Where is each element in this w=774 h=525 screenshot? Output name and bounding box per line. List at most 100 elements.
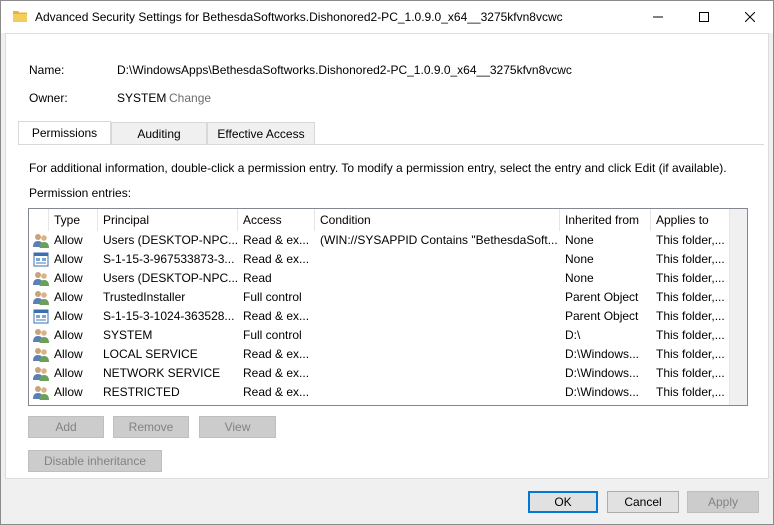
users-icon: [33, 328, 49, 343]
users-icon: [33, 271, 49, 286]
tab-effective-access[interactable]: Effective Access: [207, 122, 315, 144]
table-row[interactable]: Allow RESTRICTED Read & ex... D:\Windows...…: [29, 383, 729, 402]
table-row[interactable]: Allow Users (DESKTOP-NPC... Read & ex... (W…: [29, 231, 729, 250]
app-sid-icon: [33, 252, 49, 267]
tab-permissions[interactable]: Permissions: [18, 121, 111, 144]
cell-principal: Users (DESKTOP-NPC...: [103, 233, 238, 247]
cell-principal: RESTRICTED: [103, 385, 180, 399]
cell-applies-to: This folder,...: [656, 328, 725, 342]
cell-principal: NETWORK SERVICE: [103, 366, 221, 380]
cell-applies-to: This folder,...: [656, 233, 725, 247]
column-header-applies-to[interactable]: Applies to: [651, 209, 729, 231]
column-header-principal[interactable]: Principal: [98, 209, 238, 231]
cell-inherited-from: D:\Windows...: [565, 366, 640, 380]
table-row[interactable]: Allow SYSTEM Full control D:\ This folder,..…: [29, 326, 729, 345]
remove-button[interactable]: Remove: [113, 416, 189, 438]
cell-type: Allow: [54, 328, 83, 342]
cell-access: Read & ex...: [243, 385, 310, 399]
cell-inherited-from: Parent Object: [565, 309, 639, 323]
cell-condition: [315, 326, 560, 345]
column-header-access[interactable]: Access: [238, 209, 315, 231]
cell-principal: LOCAL SERVICE: [103, 347, 198, 361]
table-row[interactable]: Allow Users (DESKTOP-NPC... Read None This f…: [29, 269, 729, 288]
cell-type: Allow: [54, 233, 83, 247]
disable-inheritance-button[interactable]: Disable inheritance: [28, 450, 162, 472]
cell-applies-to: This folder,...: [656, 366, 725, 380]
cell-principal: Users (DESKTOP-NPC...: [103, 271, 238, 285]
cancel-button[interactable]: Cancel: [607, 491, 679, 513]
cell-inherited-from: None: [565, 271, 594, 285]
table-row[interactable]: Allow NETWORK SERVICE Read & ex... D:\Windo…: [29, 364, 729, 383]
users-icon: [33, 366, 49, 381]
column-header-type[interactable]: Type: [49, 209, 98, 231]
cell-access: Read: [243, 271, 272, 285]
apply-button[interactable]: Apply: [687, 491, 759, 513]
column-header-condition[interactable]: Condition: [315, 209, 560, 231]
tab-auditing[interactable]: Auditing: [111, 122, 207, 144]
cell-access: Read & ex...: [243, 233, 310, 247]
cell-applies-to: This folder,...: [656, 347, 725, 361]
cell-type: Allow: [54, 290, 83, 304]
close-icon: [745, 12, 755, 22]
cell-access: Read & ex...: [243, 252, 310, 266]
table-row[interactable]: Allow LOCAL SERVICE Read & ex... D:\Windows…: [29, 345, 729, 364]
maximize-icon: [699, 12, 709, 22]
cell-type: Allow: [54, 252, 83, 266]
name-label: Name:: [29, 63, 65, 77]
table-row[interactable]: Allow S-1-15-3-967533873-3... Read & ex...…: [29, 250, 729, 269]
minimize-icon: [653, 16, 663, 18]
maximize-button[interactable]: [681, 1, 727, 33]
cell-condition: [315, 307, 560, 326]
table-row[interactable]: Allow S-1-15-3-1024-363528... Read & ex...…: [29, 307, 729, 326]
users-icon: [33, 385, 49, 400]
cell-principal: S-1-15-3-967533873-3...: [103, 252, 235, 266]
close-button[interactable]: [727, 1, 773, 33]
permission-entries-list[interactable]: Type Principal Access Condition Inherite…: [28, 208, 748, 406]
cell-condition: [315, 383, 560, 402]
vertical-scrollbar[interactable]: [729, 209, 747, 405]
cell-inherited-from: Parent Object: [565, 290, 639, 304]
cell-applies-to: This folder,...: [656, 385, 725, 399]
folder-icon: [13, 10, 27, 22]
ok-button[interactable]: OK: [528, 491, 598, 513]
users-icon: [33, 347, 49, 362]
cell-condition: [315, 288, 560, 307]
info-text: For additional information, double-click…: [29, 161, 727, 175]
name-value: D:\WindowsApps\BethesdaSoftworks.Dishono…: [117, 63, 572, 77]
cell-access: Full control: [243, 328, 302, 342]
cell-applies-to: This folder,...: [656, 309, 725, 323]
cell-applies-to: This folder,...: [656, 290, 725, 304]
column-header-inherited-from[interactable]: Inherited from: [560, 209, 651, 231]
cell-applies-to: This folder,...: [656, 252, 725, 266]
view-button[interactable]: View: [199, 416, 276, 438]
dialog-content: Name: D:\WindowsApps\BethesdaSoftworks.D…: [5, 33, 769, 479]
owner-value: SYSTEM: [117, 91, 167, 105]
cell-access: Full control: [243, 290, 302, 304]
list-header: Type Principal Access Condition Inherite…: [29, 209, 729, 231]
add-button[interactable]: Add: [28, 416, 104, 438]
cell-inherited-from: D:\Windows...: [565, 385, 640, 399]
cell-type: Allow: [54, 309, 83, 323]
cell-condition: [315, 364, 560, 383]
cell-principal: SYSTEM: [103, 328, 153, 342]
cell-applies-to: This folder,...: [656, 271, 725, 285]
cell-type: Allow: [54, 347, 83, 361]
cell-inherited-from: None: [565, 233, 594, 247]
cell-condition: (WIN://SYSAPPID Contains "BethesdaSoft..…: [320, 233, 558, 247]
window-title: Advanced Security Settings for BethesdaS…: [35, 10, 563, 24]
table-row[interactable]: Allow TrustedInstaller Full control Parent …: [29, 288, 729, 307]
app-sid-icon: [33, 309, 49, 324]
title-bar[interactable]: Advanced Security Settings for BethesdaS…: [1, 1, 773, 33]
permission-entries-label: Permission entries:: [29, 186, 132, 200]
change-owner-link[interactable]: Change: [169, 91, 211, 105]
cell-inherited-from: D:\: [565, 328, 581, 342]
cell-type: Allow: [54, 271, 83, 285]
cell-principal: TrustedInstaller: [103, 290, 186, 304]
column-header-icon: [29, 209, 49, 231]
cell-principal: S-1-15-3-1024-363528...: [103, 309, 235, 323]
cell-access: Read & ex...: [243, 309, 310, 323]
minimize-button[interactable]: [635, 1, 681, 33]
cell-condition: [315, 269, 560, 288]
users-icon: [33, 290, 49, 305]
cell-condition: [315, 345, 560, 364]
